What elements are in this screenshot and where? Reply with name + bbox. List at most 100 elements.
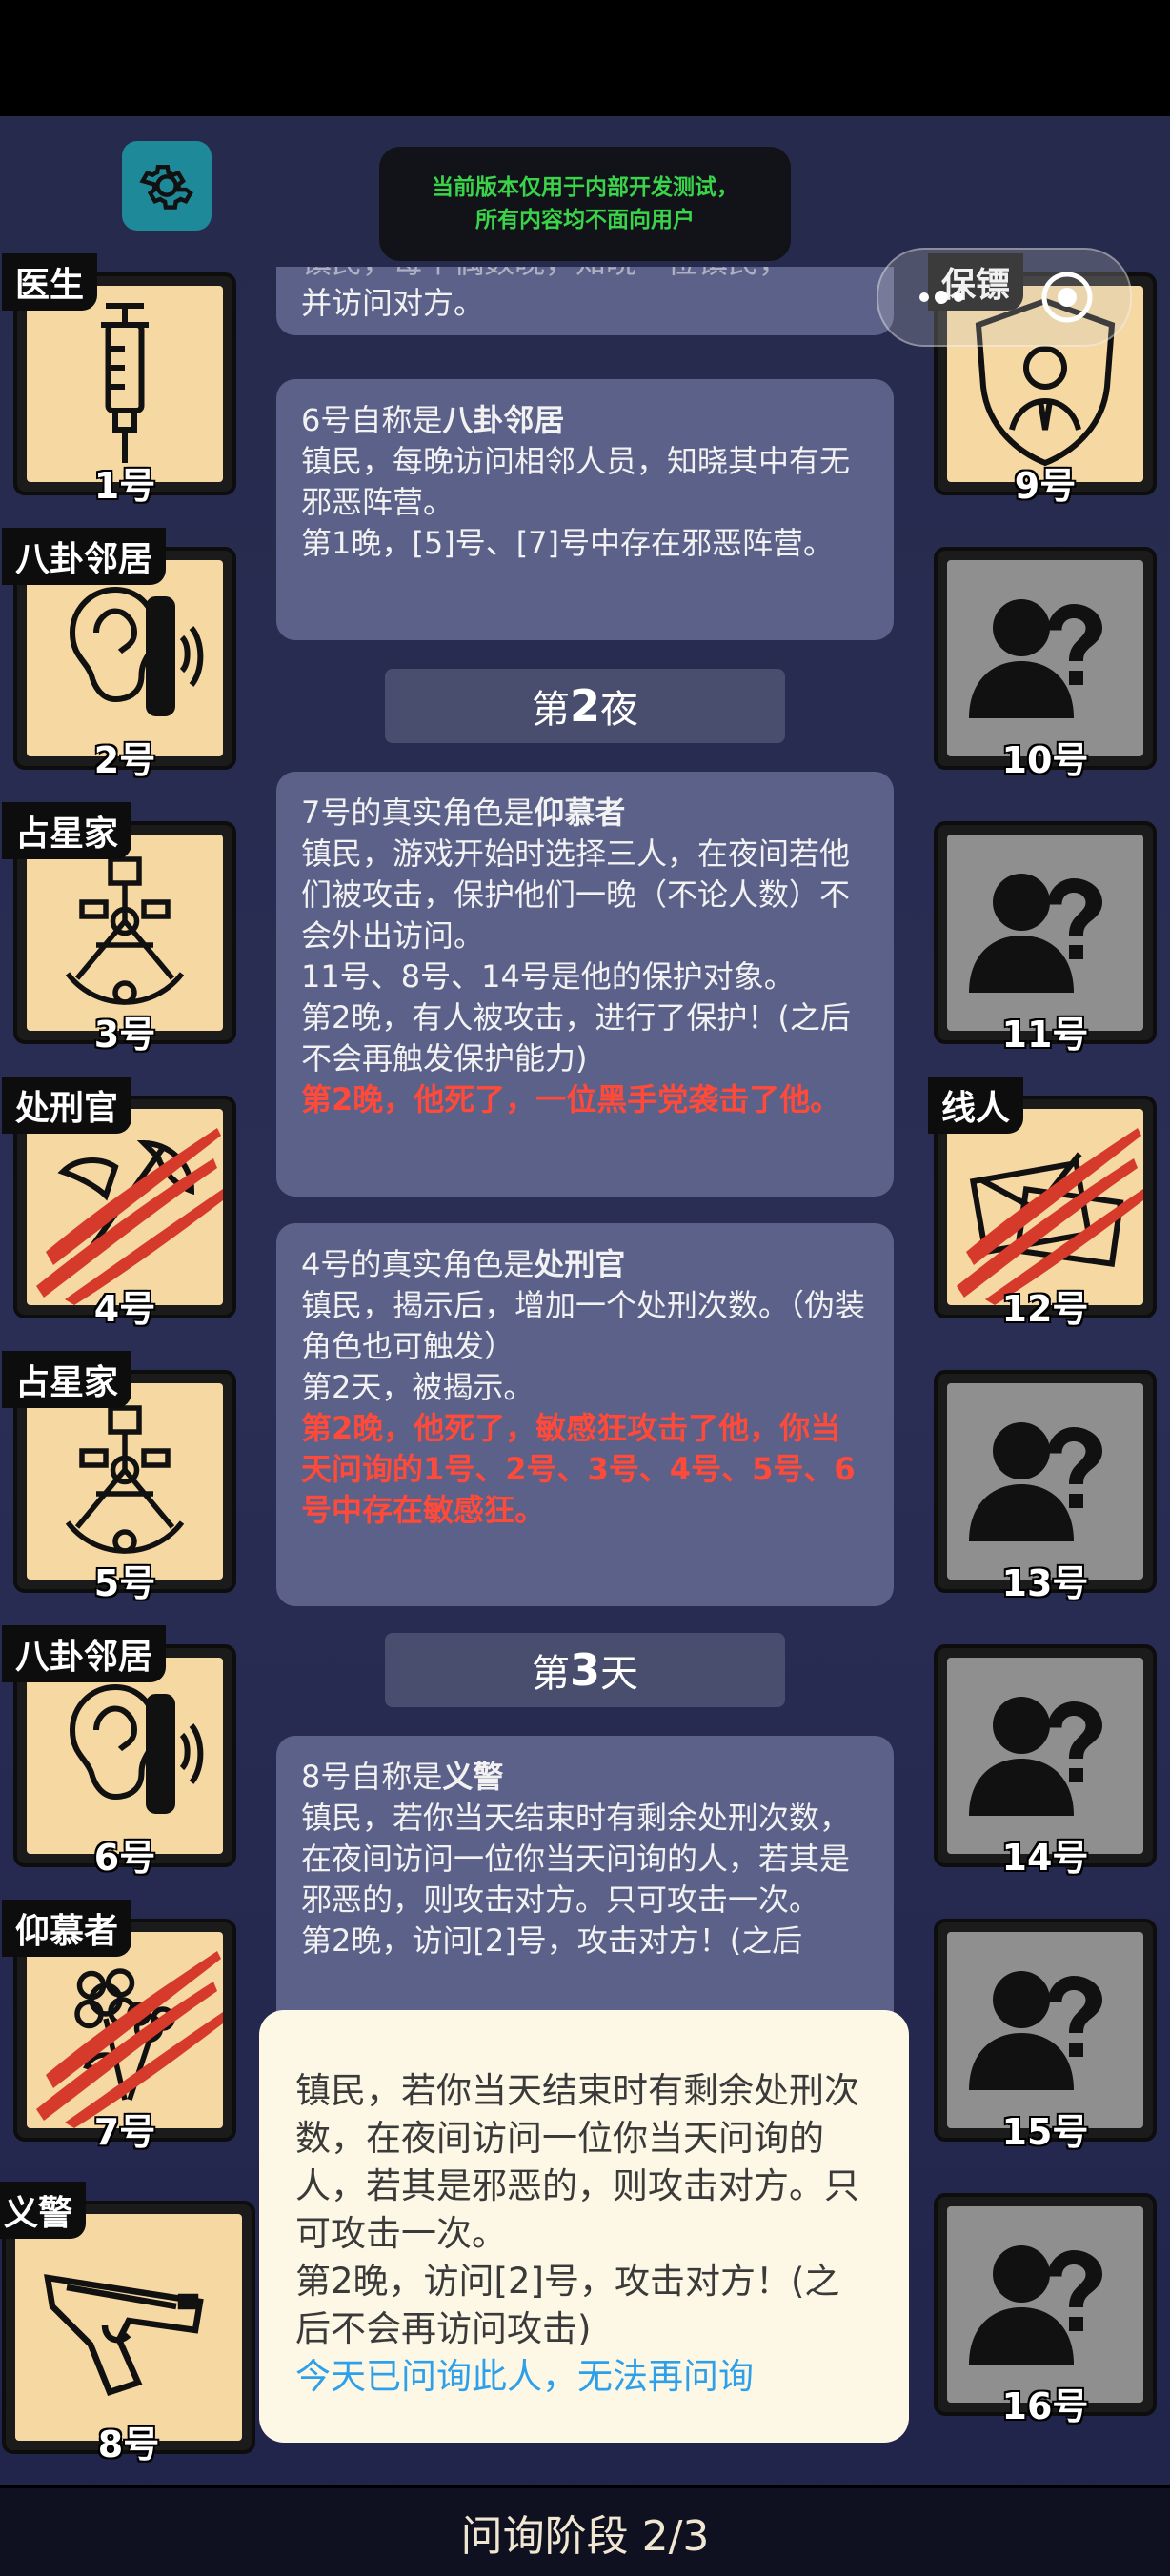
player-card-2号[interactable]: 2号 八卦邻居 — [2, 528, 236, 781]
role-label: 仰慕者 — [2, 1900, 132, 1957]
log-prefix: 8号自称是 — [301, 1759, 443, 1795]
ear-icon — [44, 575, 206, 741]
phase-number: 2 — [569, 680, 600, 732]
axe-icon — [44, 1124, 206, 1290]
notice-line-1: 当前版本仅用于内部开发测试， — [432, 175, 738, 200]
flower-icon — [44, 1947, 206, 2113]
player-number: 16号 — [1001, 2385, 1089, 2427]
log-prefix: 6号自称是 — [301, 402, 443, 438]
card-portrait — [947, 1383, 1143, 1580]
card-portrait — [27, 1658, 223, 1854]
log-desc: 镇民，每晚访问相邻人员，知晓其中有无邪恶阵营。 — [301, 443, 851, 520]
log-targets: 11号、8号、14号是他的保护对象。 — [301, 958, 795, 995]
player-card-7号[interactable]: 7号 仰慕者 — [2, 1900, 236, 2153]
role-label: 八卦邻居 — [2, 528, 167, 585]
card-portrait — [27, 1932, 223, 2128]
player-card-14号[interactable]: 14号 — [934, 1644, 1157, 1879]
player-card-3号[interactable]: 3号 占星家 — [2, 802, 236, 1056]
player-number: 12号 — [1001, 1288, 1089, 1330]
role-label: 占星家 — [2, 1351, 132, 1408]
log-result: 第1晚，[5]号、[7]号中存在邪恶阵营。 — [301, 525, 835, 561]
card-portrait — [947, 1109, 1143, 1305]
player-card-15号[interactable]: 15号 — [934, 1919, 1157, 2153]
notice-line-2: 所有内容均不面向用户 — [475, 208, 695, 232]
phase-prefix: 第 — [531, 1652, 570, 1696]
player-number: 9号 — [1014, 465, 1077, 507]
log-event: 第2晚，访问[2]号，攻击对方！(之后 — [301, 1922, 803, 1959]
envelope-icon — [964, 1124, 1126, 1290]
miniprogram-capsule[interactable] — [877, 248, 1132, 347]
phase-label: 问询阶段 2/3 — [460, 2512, 710, 2561]
status-bar — [0, 0, 1170, 116]
player-card-8号[interactable]: 8号 义警 — [0, 2182, 255, 2465]
log-event: 第2天，被揭示。 — [301, 1369, 535, 1405]
player-card-1号[interactable]: 1号 医生 — [2, 253, 236, 507]
player-card-5号[interactable]: 5号 占星家 — [2, 1351, 236, 1604]
phase-suffix: 天 — [600, 1652, 638, 1696]
player-card-13号[interactable]: 13号 — [934, 1370, 1157, 1604]
card-portrait — [947, 1932, 1143, 2128]
card-portrait — [947, 835, 1143, 1031]
role-label: 占星家 — [2, 802, 132, 859]
player-card-11号[interactable]: 11号 — [934, 821, 1157, 1056]
close-target-icon[interactable] — [1039, 269, 1096, 326]
player-card-4号[interactable]: 4号 处刑官 — [2, 1077, 236, 1330]
player-card-16号[interactable]: 16号 — [934, 2193, 1157, 2427]
card-portrait — [15, 2214, 242, 2441]
card-portrait — [27, 1109, 223, 1305]
phase-suffix: 夜 — [600, 688, 638, 732]
log-death: 第2晚，他死了，敏感狂攻击了他，你当天问询的1号、2号、3号、4号、5号、6号中… — [301, 1410, 856, 1528]
player-number: 13号 — [1001, 1562, 1089, 1604]
unknown-person-icon — [969, 859, 1121, 1006]
card-portrait — [27, 560, 223, 756]
player-number: 15号 — [1001, 2111, 1089, 2153]
player-number: 11号 — [1001, 1014, 1089, 1056]
pistol-icon — [33, 2244, 224, 2410]
log-event: 第2晚，有人被攻击，进行了保护！(之后不会再触发保护能力) — [301, 999, 851, 1077]
unknown-person-icon — [969, 1408, 1121, 1555]
log-entry-partial: 镇民，每个偶数晚，知晓一位镇民， 并访问对方。 — [276, 267, 894, 335]
unknown-person-icon — [969, 1682, 1121, 1829]
role-detail-popup[interactable]: 镇民，若你当天结束时有剩余处刑次数，在夜间访问一位你当天问询的人，若其是邪恶的，… — [259, 2010, 909, 2443]
log-entry-4: 4号的真实角色是处刑官 镇民，揭示后，增加一个处刑次数。（伪装角色也可触发） 第… — [276, 1223, 894, 1606]
card-portrait — [947, 2206, 1143, 2403]
log-desc: 镇民，若你当天结束时有剩余处刑次数，在夜间访问一位你当天问询的人，若其是邪恶的，… — [301, 1800, 851, 1918]
log-prefix: 7号的真实角色是 — [301, 795, 535, 831]
player-number: 14号 — [1001, 1837, 1089, 1879]
log-entry-6: 6号自称是八卦邻居 镇民，每晚访问相邻人员，知晓其中有无邪恶阵营。 第1晚，[5… — [276, 379, 894, 640]
player-card-12号[interactable]: 12号 线人 — [928, 1077, 1157, 1330]
player-number: 10号 — [1001, 739, 1089, 781]
card-portrait — [947, 560, 1143, 756]
player-card-6号[interactable]: 6号 八卦邻居 — [2, 1625, 236, 1879]
sextant-icon — [44, 1399, 206, 1564]
card-portrait — [27, 1383, 223, 1580]
phase-header-night2: 第2夜 — [385, 669, 785, 743]
card-portrait — [27, 835, 223, 1031]
role-label: 医生 — [2, 253, 98, 311]
player-card-10号[interactable]: 10号 — [934, 547, 1157, 781]
unknown-person-icon — [969, 585, 1121, 732]
more-dots-icon[interactable] — [913, 286, 970, 309]
player-number: 2号 — [93, 739, 156, 781]
card-portrait — [947, 1658, 1143, 1854]
dev-notice: 当前版本仅用于内部开发测试， 所有内容均不面向用户 — [379, 147, 791, 261]
log-desc: 镇民，揭示后，增加一个处刑次数。（伪装角色也可触发） — [301, 1287, 866, 1364]
player-number: 6号 — [93, 1837, 156, 1879]
popup-status: 今天已问询此人，无法再问询 — [295, 2356, 754, 2397]
player-number: 5号 — [93, 1562, 156, 1604]
sextant-icon — [44, 850, 206, 1016]
log-entry-7: 7号的真实角色是仰慕者 镇民，游戏开始时选择三人，在夜间若他们被攻击，保护他们一… — [276, 772, 894, 1197]
ear-icon — [44, 1673, 206, 1839]
log-role: 八卦邻居 — [442, 402, 565, 438]
popup-desc: 镇民，若你当天结束时有剩余处刑次数，在夜间访问一位你当天问询的人，若其是邪恶的，… — [295, 2070, 859, 2254]
role-label: 义警 — [0, 2182, 87, 2239]
player-number: 7号 — [93, 2111, 156, 2153]
role-label: 八卦邻居 — [2, 1625, 167, 1682]
unknown-person-icon — [969, 1957, 1121, 2103]
player-number: 1号 — [93, 465, 156, 507]
log-role: 义警 — [442, 1759, 504, 1795]
log-role: 处刑官 — [534, 1246, 626, 1282]
log-desc: 镇民，游戏开始时选择三人，在夜间若他们被攻击，保护他们一晚（不论人数）不会外出访… — [301, 835, 851, 954]
settings-button[interactable] — [122, 141, 212, 231]
phase-bar: 问询阶段 2/3 — [0, 2485, 1170, 2576]
